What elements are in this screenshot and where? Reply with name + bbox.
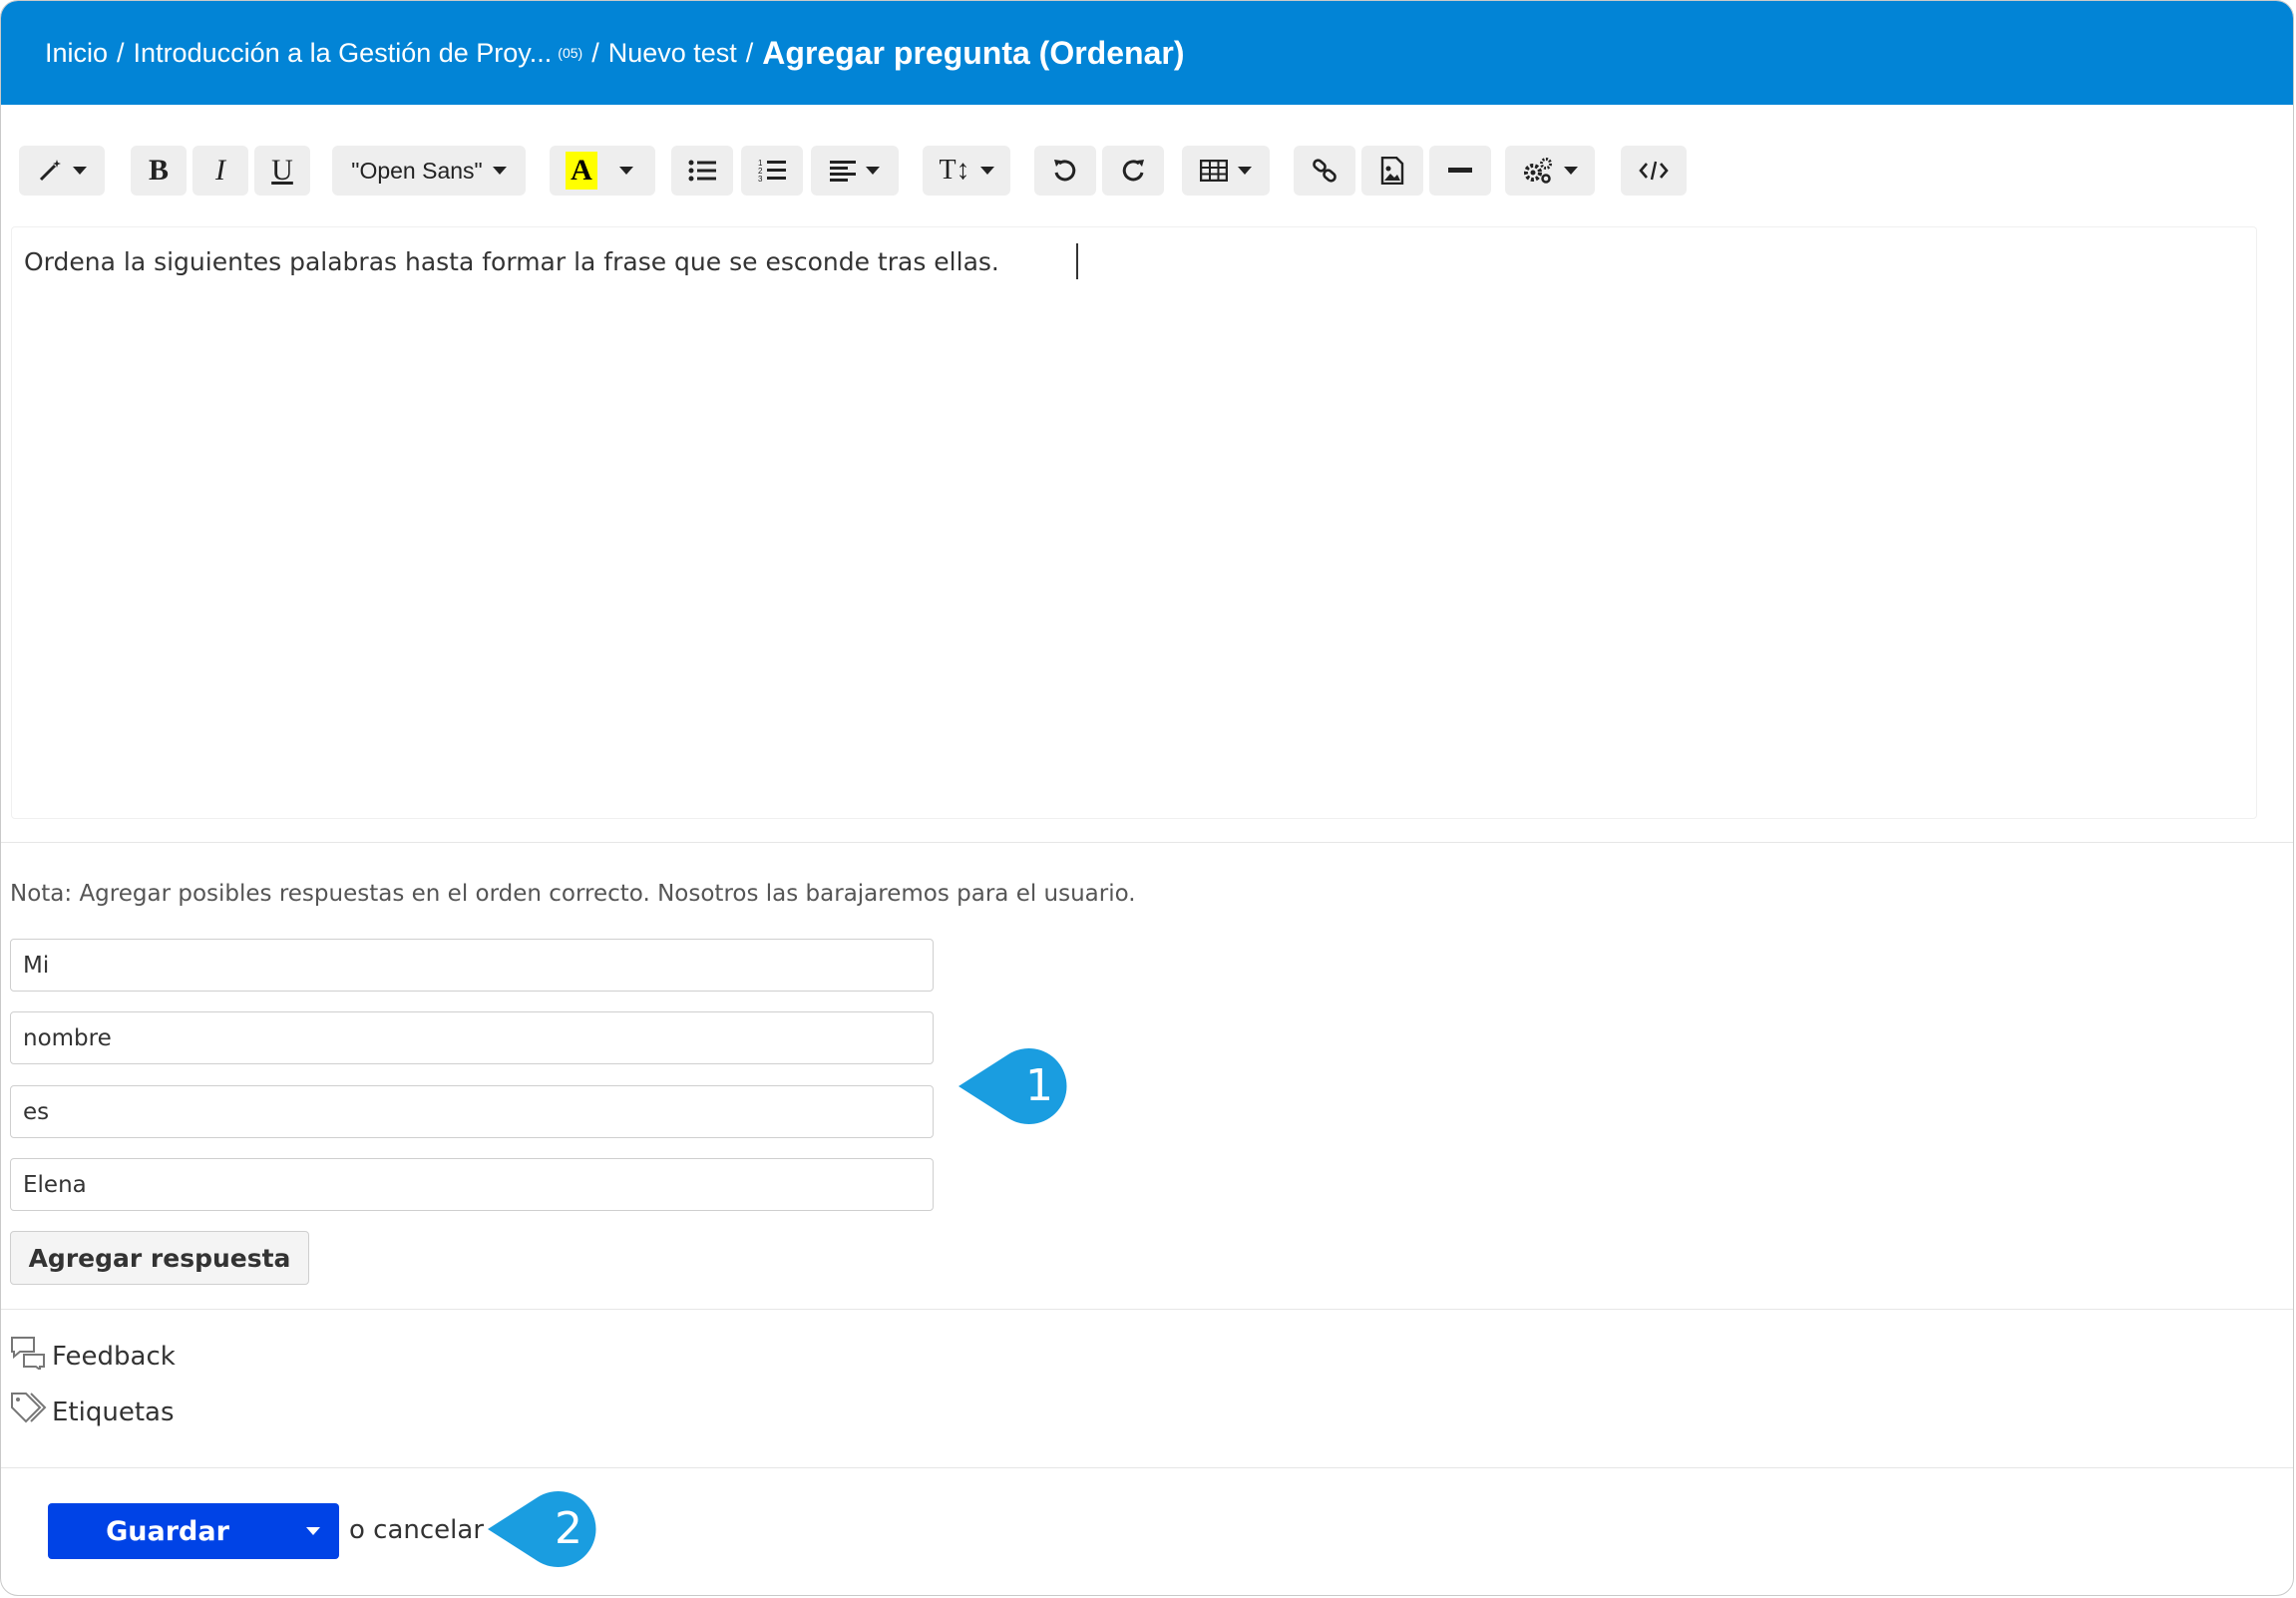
rich-text-editor[interactable]: Ordena la siguientes palabras hasta form… [11, 226, 2257, 819]
answer-input[interactable]: Mi [10, 939, 934, 992]
save-options-button[interactable] [287, 1503, 339, 1559]
italic-icon: I [215, 154, 225, 187]
breadcrumb-course[interactable]: Introducción a la Gestión de Proy... [134, 38, 553, 69]
image-icon [1380, 157, 1404, 185]
table-icon [1200, 160, 1228, 182]
breadcrumb: Inicio / Introducción a la Gestión de Pr… [1, 1, 2293, 105]
svg-text:3: 3 [758, 175, 763, 184]
tags-toggle[interactable]: Etiquetas [10, 1392, 175, 1432]
cancel-link[interactable]: o cancelar [349, 1515, 484, 1545]
settings-dropdown-button[interactable] [1505, 146, 1595, 196]
underline-icon: U [271, 154, 293, 187]
bold-icon: B [148, 154, 169, 187]
horizontal-rule-icon [1448, 167, 1472, 175]
tags-icon [10, 1392, 52, 1432]
chevron-down-icon [979, 167, 994, 175]
text-color-button[interactable]: A [550, 146, 655, 196]
text-size-dropdown-button[interactable]: T↕ [923, 146, 1010, 196]
answer-input[interactable]: es [10, 1085, 934, 1138]
table-dropdown-button[interactable] [1182, 146, 1270, 196]
divider [1, 1309, 2293, 1310]
breadcrumb-test[interactable]: Nuevo test [608, 38, 737, 69]
chevron-down-icon [619, 167, 633, 175]
italic-button[interactable]: I [192, 146, 248, 196]
unordered-list-button[interactable] [671, 146, 733, 196]
chevron-down-icon [492, 167, 507, 175]
align-dropdown-button[interactable] [811, 146, 899, 196]
callout-marker-1: 1 [958, 1046, 1080, 1126]
text-size-icon: T↕ [939, 155, 970, 186]
callout-number: 1 [1025, 1060, 1053, 1111]
page-title: Agregar pregunta (Ordenar) [762, 34, 1185, 71]
tags-label: Etiquetas [52, 1397, 175, 1427]
breadcrumb-course-count: (05) [558, 45, 583, 61]
answer-input[interactable]: nombre [10, 1011, 934, 1064]
breadcrumb-home[interactable]: Inicio [45, 38, 108, 69]
link-button[interactable] [1294, 146, 1355, 196]
undo-icon [1052, 158, 1078, 184]
chevron-down-icon [866, 167, 880, 175]
settings-icon [1522, 157, 1554, 185]
underline-button[interactable]: U [254, 146, 310, 196]
divider [1, 1467, 2293, 1468]
ordered-list-icon: 123 [758, 158, 786, 184]
feedback-toggle[interactable]: Feedback [10, 1336, 176, 1377]
add-answer-button[interactable]: Agregar respuesta [10, 1231, 309, 1285]
answer-input[interactable]: Elena [10, 1158, 934, 1211]
chevron-down-icon [73, 167, 87, 175]
chat-bubbles-icon [10, 1336, 52, 1377]
link-icon [1311, 157, 1339, 185]
breadcrumb-separator: / [591, 37, 599, 68]
code-view-icon [1639, 160, 1669, 182]
unordered-list-icon [688, 159, 716, 183]
ordered-list-button[interactable]: 123 [741, 146, 803, 196]
redo-button[interactable] [1102, 146, 1164, 196]
horizontal-rule-button[interactable] [1429, 146, 1491, 196]
code-view-button[interactable] [1621, 146, 1687, 196]
font-family-value: "Open Sans" [351, 157, 483, 184]
align-left-icon [830, 160, 856, 182]
text-color-icon: A [566, 152, 597, 190]
chevron-down-icon [306, 1527, 320, 1535]
redo-icon [1120, 158, 1146, 184]
feedback-label: Feedback [52, 1341, 176, 1372]
divider [1, 842, 2293, 843]
image-button[interactable] [1361, 146, 1423, 196]
style-dropdown-button[interactable] [19, 146, 105, 196]
breadcrumb-separator: / [745, 37, 754, 68]
chevron-down-icon [1564, 167, 1578, 175]
callout-number: 2 [555, 1503, 582, 1554]
bold-button[interactable]: B [131, 146, 187, 196]
magic-wand-icon [37, 158, 63, 184]
save-button[interactable]: Guardar [48, 1503, 287, 1559]
answers-note: Nota: Agregar posibles respuestas en el … [10, 881, 1136, 907]
breadcrumb-separator: / [117, 37, 125, 68]
font-family-select[interactable]: "Open Sans" [332, 146, 526, 196]
text-cursor [1076, 243, 1078, 279]
undo-button[interactable] [1034, 146, 1096, 196]
app-window: Inicio / Introducción a la Gestión de Pr… [0, 0, 2294, 1596]
save-button-group: Guardar [48, 1503, 339, 1559]
chevron-down-icon [1238, 167, 1252, 175]
callout-marker-2: 2 [488, 1489, 609, 1569]
question-text: Ordena la siguientes palabras hasta form… [24, 247, 999, 276]
